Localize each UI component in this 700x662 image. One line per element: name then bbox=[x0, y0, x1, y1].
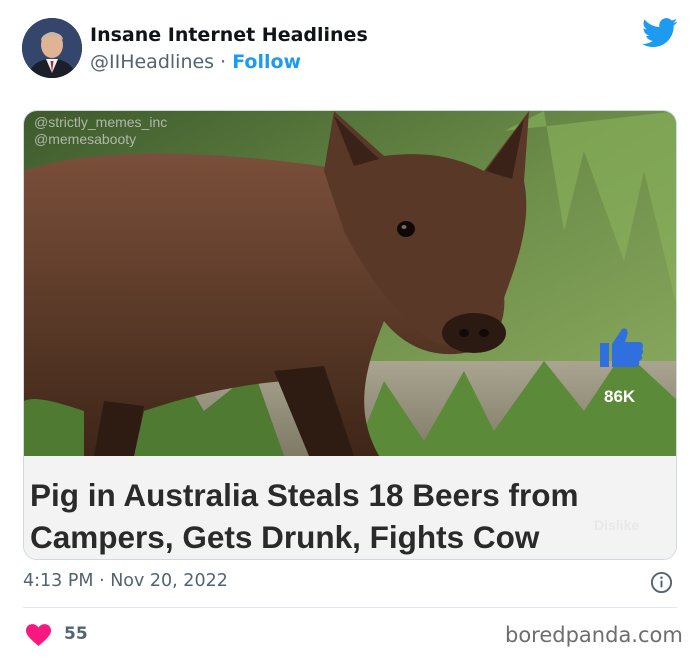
watermark-line-1: @strictly_memes_inc bbox=[34, 114, 168, 130]
like-count[interactable]: 55 bbox=[64, 624, 88, 644]
thumbs-up-icon bbox=[600, 328, 644, 367]
handle[interactable]: @IIHeadlines bbox=[90, 51, 214, 73]
avatar[interactable] bbox=[22, 18, 82, 78]
separator: · bbox=[214, 51, 233, 73]
watermark: @strictly_memes_inc @memesabooty bbox=[34, 114, 167, 148]
follow-button[interactable]: Follow bbox=[232, 51, 301, 73]
tweet-card: Insane Internet Headlines @IIHeadlines ·… bbox=[0, 0, 700, 662]
divider bbox=[23, 607, 677, 608]
handle-row: @IIHeadlines · Follow bbox=[90, 51, 301, 73]
display-name[interactable]: Insane Internet Headlines bbox=[90, 24, 368, 46]
overlay-like-count: 86K bbox=[604, 387, 636, 406]
brand-watermark: boredpanda.com bbox=[505, 623, 683, 647]
heart-icon[interactable] bbox=[26, 624, 51, 646]
headline: Pig in Australia Steals 18 Beers from Ca… bbox=[30, 474, 640, 558]
timestamp[interactable]: 4:13 PM · Nov 20, 2022 bbox=[23, 571, 228, 591]
watermark-line-2: @memesabooty bbox=[34, 131, 137, 147]
twitter-bird-icon[interactable] bbox=[642, 18, 678, 48]
headline-line-1: Pig in Australia Steals 18 Beers from bbox=[30, 477, 579, 513]
info-icon[interactable] bbox=[650, 571, 673, 594]
headline-band: Pig in Australia Steals 18 Beers from Ca… bbox=[24, 456, 676, 559]
media-card[interactable]: @strictly_memes_inc @memesabooty 86K Pig… bbox=[23, 110, 677, 560]
overlay-dislike-label: Dislike bbox=[594, 517, 640, 533]
avatar-image bbox=[22, 18, 82, 78]
headline-line-2: Campers, Gets Drunk, Fights Cow bbox=[30, 519, 540, 555]
pig-photo bbox=[24, 111, 676, 456]
